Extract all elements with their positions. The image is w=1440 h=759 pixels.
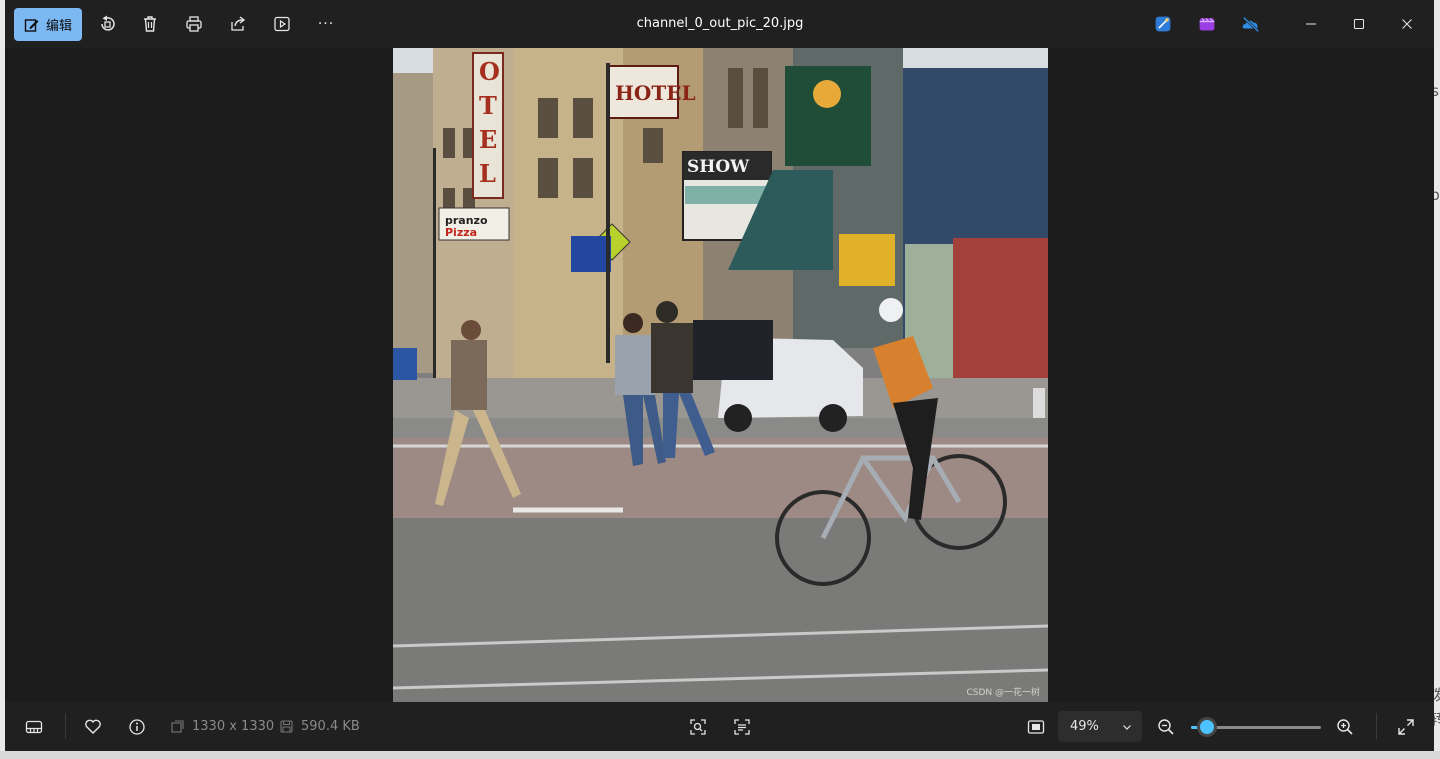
top-toolbar: 编辑 ··· bbox=[5, 0, 1434, 48]
share-button[interactable] bbox=[222, 8, 254, 40]
maximize-button[interactable] bbox=[1336, 8, 1382, 40]
more-button[interactable]: ··· bbox=[310, 8, 342, 40]
designer-app-button[interactable] bbox=[1152, 13, 1174, 35]
zoom-slider-thumb[interactable] bbox=[1200, 720, 1214, 734]
dimensions-text: 1330 x 1330 bbox=[192, 719, 275, 734]
delete-icon bbox=[144, 16, 156, 32]
svg-text:E: E bbox=[479, 125, 497, 154]
bottom-bar: 1330 x 1330 590.4 KB 49% bbox=[5, 702, 1434, 751]
photos-app-window: s p 泼 转 编辑 ··· channel_0_out_pic_20.jpg bbox=[0, 0, 1440, 759]
delete-button[interactable] bbox=[134, 8, 166, 40]
slideshow-icon bbox=[274, 16, 290, 32]
designer-icon bbox=[1155, 16, 1171, 32]
more-icon: ··· bbox=[317, 16, 335, 32]
minimize-button[interactable] bbox=[1288, 8, 1334, 40]
zoom-slider[interactable] bbox=[1191, 720, 1321, 734]
file-size-text: 590.4 KB bbox=[301, 719, 360, 734]
copy-text-button[interactable] bbox=[733, 702, 751, 751]
file-info-button[interactable] bbox=[128, 702, 146, 751]
save-disk-icon bbox=[280, 720, 293, 733]
share-icon bbox=[231, 16, 246, 31]
close-button[interactable] bbox=[1384, 8, 1430, 40]
zoom-out-button[interactable] bbox=[1157, 702, 1175, 751]
heart-icon bbox=[85, 719, 101, 734]
svg-text:SHOW: SHOW bbox=[687, 157, 750, 177]
zoom-out-icon bbox=[1158, 718, 1174, 735]
photo-watermark: CSDN @一花一树 bbox=[966, 688, 1040, 698]
svg-text:HOTEL: HOTEL bbox=[615, 81, 696, 105]
svg-text:L: L bbox=[479, 159, 496, 188]
photo-image[interactable]: OTEL HOTEL SHOW pranzo Pizza CSDN @一花一树 bbox=[393, 48, 1048, 702]
image-dimensions: 1330 x 1330 bbox=[171, 702, 274, 751]
file-size: 590.4 KB bbox=[280, 702, 360, 751]
svg-text:O: O bbox=[479, 57, 500, 86]
edit-label: 编辑 bbox=[45, 19, 72, 34]
text-recognition-icon bbox=[734, 718, 750, 735]
filmstrip-button[interactable] bbox=[25, 702, 43, 751]
edit-icon bbox=[24, 18, 39, 32]
fullscreen-icon bbox=[1398, 718, 1414, 735]
zoom-value: 49% bbox=[1070, 719, 1099, 734]
close-icon bbox=[1402, 19, 1412, 29]
rotate-icon bbox=[101, 15, 115, 31]
print-button[interactable] bbox=[178, 8, 210, 40]
actual-size-button[interactable] bbox=[1027, 702, 1045, 751]
zoom-level-dropdown[interactable]: 49% bbox=[1058, 711, 1142, 742]
info-icon bbox=[129, 718, 145, 735]
maximize-icon bbox=[1354, 19, 1364, 29]
zoom-in-button[interactable] bbox=[1336, 702, 1354, 751]
favorite-button[interactable] bbox=[84, 702, 102, 751]
filmstrip-icon bbox=[25, 720, 43, 733]
fullscreen-button[interactable] bbox=[1397, 702, 1415, 751]
actual-size-icon bbox=[1027, 719, 1045, 734]
clipchamp-button[interactable] bbox=[1196, 13, 1218, 35]
edit-button[interactable]: 编辑 bbox=[14, 8, 82, 41]
onedrive-offline-icon bbox=[1242, 16, 1260, 33]
rotate-button[interactable] bbox=[91, 8, 123, 40]
svg-text:Pizza: Pizza bbox=[445, 226, 477, 239]
divider bbox=[65, 713, 66, 739]
minimize-icon bbox=[1306, 23, 1316, 25]
onedrive-button[interactable] bbox=[1240, 13, 1262, 35]
zoom-in-icon bbox=[1337, 718, 1353, 735]
visual-search-button[interactable] bbox=[689, 702, 707, 751]
resolution-icon bbox=[171, 720, 184, 733]
print-icon bbox=[186, 16, 202, 32]
taskbar-strip bbox=[0, 751, 1440, 759]
street-scene-photo: OTEL HOTEL SHOW pranzo Pizza bbox=[393, 48, 1048, 702]
background-window-edge-right: s p 泼 转 bbox=[1430, 0, 1440, 759]
svg-text:T: T bbox=[479, 91, 497, 120]
chevron-down-icon bbox=[1123, 724, 1131, 730]
slideshow-button[interactable] bbox=[266, 8, 298, 40]
divider bbox=[1376, 713, 1377, 739]
visual-search-icon bbox=[690, 718, 706, 735]
clipchamp-icon bbox=[1199, 17, 1215, 31]
